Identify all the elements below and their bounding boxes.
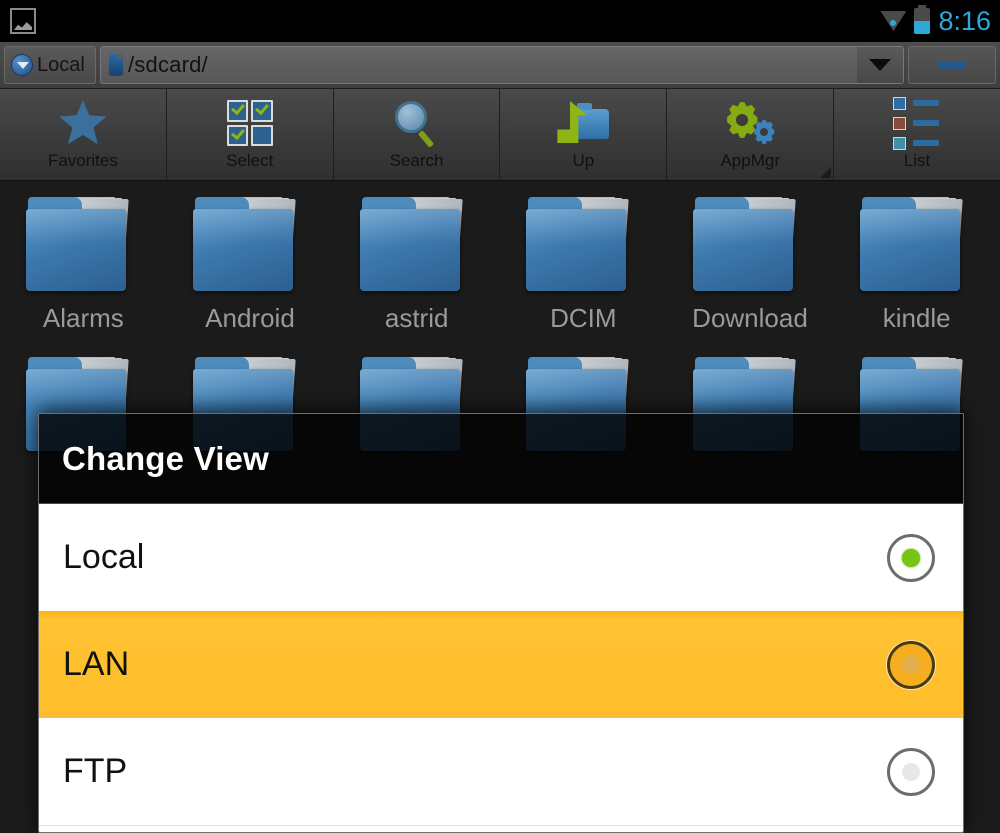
view-option-local[interactable]: Local xyxy=(39,504,963,611)
view-option-ftp[interactable]: FTP xyxy=(39,718,963,825)
overflow-corner-icon xyxy=(820,167,832,178)
gears-icon xyxy=(724,97,776,149)
folder-item[interactable]: Download xyxy=(667,181,834,341)
radio-button-local[interactable] xyxy=(887,533,935,582)
location-button-label: Local xyxy=(37,53,85,76)
checkbox-grid-icon xyxy=(226,97,273,149)
battery-icon xyxy=(914,5,931,34)
minimize-button[interactable] xyxy=(908,46,996,84)
star-icon xyxy=(59,97,107,149)
wifi-icon xyxy=(880,11,907,31)
radio-button-ftp[interactable] xyxy=(887,747,935,796)
folder-label: kindle xyxy=(882,303,951,333)
list-separator xyxy=(39,825,963,826)
folder-icon xyxy=(526,197,640,291)
folder-icon xyxy=(859,197,974,291)
toolbar-button-search[interactable]: Search xyxy=(333,89,501,180)
location-button[interactable]: Local xyxy=(4,46,96,84)
folder-label: Download xyxy=(692,303,808,333)
folder-label: DCIM xyxy=(550,303,617,333)
status-bar-right: 8:16 xyxy=(880,5,1000,36)
toolbar-button-select[interactable]: Select xyxy=(166,89,334,180)
sdcard-icon xyxy=(109,54,123,76)
folder-icon xyxy=(692,197,807,291)
toolbar-button-appmgr[interactable]: AppMgr xyxy=(667,89,835,180)
toolbar-label-appmgr: AppMgr xyxy=(720,151,780,170)
up-arrow-folder-icon xyxy=(557,97,610,149)
path-input[interactable]: /sdcard/ xyxy=(100,46,904,84)
folder-item[interactable]: kindle xyxy=(833,181,1000,341)
dialog-body: Local LAN FTP xyxy=(39,504,963,832)
toolbar-label-search: Search xyxy=(389,151,444,170)
folder-label: Alarms xyxy=(42,303,124,333)
caret-down-icon xyxy=(869,59,891,71)
path-dropdown-button[interactable] xyxy=(857,47,903,83)
path-text: /sdcard/ xyxy=(128,52,208,77)
folder-item[interactable]: astrid xyxy=(333,181,500,341)
folder-item[interactable]: DCIM xyxy=(500,181,667,341)
minimize-icon xyxy=(938,61,966,69)
folder-icon xyxy=(359,197,474,291)
blue-dropdown-circle-icon xyxy=(11,54,33,76)
folder-label: Android xyxy=(205,303,295,333)
toolbar-label-list: List xyxy=(903,151,931,170)
folder-item[interactable]: Alarms xyxy=(0,181,167,341)
toolbar-label-up: Up xyxy=(572,151,595,170)
toolbar-button-list[interactable]: List xyxy=(834,89,1000,180)
view-option-label: FTP xyxy=(63,752,128,790)
status-bar-left xyxy=(0,8,36,34)
folder-icon xyxy=(192,197,307,291)
folder-item[interactable]: Android xyxy=(167,181,334,341)
list-view-icon xyxy=(893,96,941,150)
view-option-label: Local xyxy=(63,538,145,576)
address-bar: Local /sdcard/ xyxy=(0,42,1000,89)
view-option-label: LAN xyxy=(63,645,130,683)
dialog-header: Change View xyxy=(39,414,963,504)
magnifier-icon xyxy=(393,97,441,149)
radio-button-lan[interactable] xyxy=(887,640,935,689)
folder-icon xyxy=(26,197,140,291)
screenshot-icon xyxy=(10,8,36,34)
dialog-title: Change View xyxy=(62,439,269,477)
folder-label: astrid xyxy=(384,303,449,333)
toolbar-button-favorites[interactable]: Favorites xyxy=(0,89,167,180)
status-bar-clock: 8:16 xyxy=(938,5,991,36)
status-bar: 8:16 xyxy=(0,0,1000,42)
toolbar-label-favorites: Favorites xyxy=(47,151,118,170)
app-root: 8:16 Local /sdcard/ Favorites Select Sea… xyxy=(0,0,1000,833)
toolbar-button-up[interactable]: Up xyxy=(500,89,668,180)
toolbar-label-select: Select xyxy=(226,151,274,170)
toolbar: Favorites Select Search Up AppMgr List xyxy=(0,89,1000,181)
change-view-dialog: Change View Local LAN FTP xyxy=(38,413,964,833)
view-option-lan[interactable]: LAN xyxy=(39,611,963,718)
